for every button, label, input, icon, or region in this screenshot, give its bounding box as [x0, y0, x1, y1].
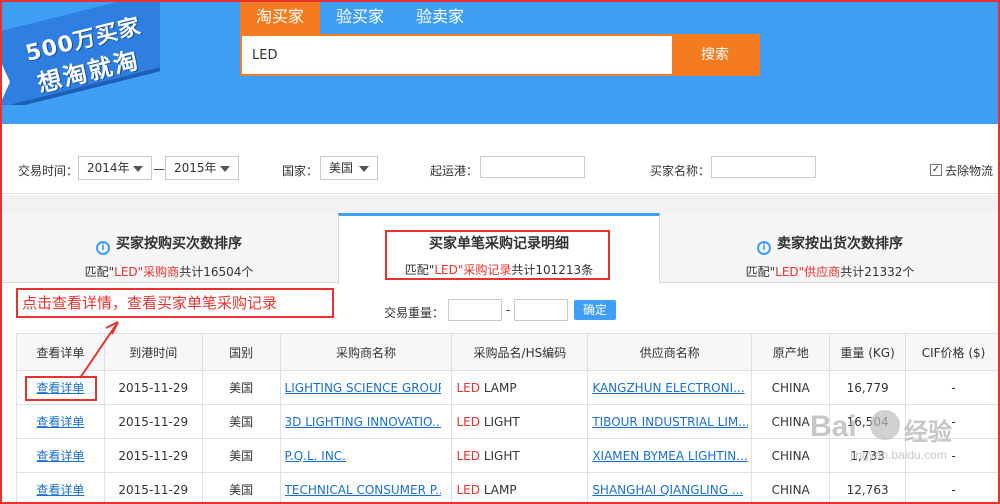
- info-icon: i: [96, 241, 110, 255]
- port-label: 起运港：: [430, 164, 479, 178]
- year-to-select[interactable]: 2015年: [165, 156, 239, 180]
- col-country: 国别: [201, 333, 281, 371]
- tab-subtitle: 匹配"LED"供应商共计21332个: [745, 265, 915, 279]
- view-detail-link[interactable]: 查看详单: [36, 483, 84, 497]
- arrival-date: 2015-11-29: [103, 404, 203, 439]
- weight-label: 交易重量：: [384, 306, 445, 320]
- buyer-link[interactable]: LIGHTING SCIENCE GROUP: [285, 381, 441, 395]
- supplier-link[interactable]: TIBOUR INDUSTRIAL LIM...: [592, 415, 748, 429]
- search-box: 搜索: [240, 34, 760, 76]
- info-icon: i: [757, 241, 771, 255]
- filter-bar: 交易时间： 2014年 — 2015年 国家： 美国 起运港： 买家名称： ✓ …: [0, 124, 1000, 194]
- search-button[interactable]: 搜索: [672, 36, 758, 74]
- arrival-date: 2015-11-29: [103, 472, 203, 504]
- buyer-link[interactable]: P.Q.L. INC.: [285, 449, 346, 463]
- port-input[interactable]: [480, 156, 585, 178]
- weight-max-input[interactable]: [514, 299, 568, 321]
- buyer-name-label: 买家名称：: [650, 164, 711, 178]
- weight-dash: -: [506, 303, 511, 317]
- paw-icon: [870, 410, 900, 440]
- table-row: 查看详单 2015-11-29 美国 LIGHTING SCIENCE GROU…: [16, 370, 1000, 405]
- annotation-callout: 点击查看详情，查看买家单笔采购记录: [16, 288, 334, 318]
- country-label: 国家：: [282, 164, 319, 178]
- origin: CHINA: [751, 370, 831, 405]
- watermark-brand: Bai: [810, 410, 857, 443]
- supplier-link[interactable]: KANGZHUN ELECTRONI...: [592, 381, 744, 395]
- table-header-row: 查看详单 到港时间 国别 采购商名称 采购品名/HS编码 供应商名称 原产地 重…: [16, 333, 1000, 371]
- header: 500万买家 想淘就淘 淘买家 验买家 验卖家 搜索: [0, 0, 1000, 124]
- product: LED LIGHT: [451, 404, 589, 439]
- supplier-link[interactable]: XIAMEN BYMEA LIGHTIN...: [592, 449, 747, 463]
- col-cif: CIF价格 ($): [905, 333, 1000, 371]
- col-arrival-date: 到港时间: [103, 333, 203, 371]
- year-range-dash: —: [153, 162, 165, 176]
- country: 美国: [201, 472, 281, 504]
- col-origin: 原产地: [751, 333, 831, 371]
- tab-title: 卖家按出货次数排序: [777, 236, 903, 252]
- country-select[interactable]: 美国: [320, 156, 378, 180]
- arrival-date: 2015-11-29: [103, 438, 203, 473]
- tab-title: 买家按购买次数排序: [116, 236, 242, 252]
- product: LED LAMP: [451, 370, 589, 405]
- col-supplier: 供应商名称: [587, 333, 753, 371]
- result-tabs: i 买家按购买次数排序 匹配"LED"采购商共计16504个 买家单笔采购记录明细…: [0, 213, 1000, 284]
- buyer-name-input[interactable]: [711, 156, 816, 178]
- supplier-link[interactable]: SHANGHAI QIANGLING ...: [592, 483, 743, 497]
- trade-time-label: 交易时间：: [18, 164, 79, 178]
- tab-verify-buyers[interactable]: 验买家: [320, 0, 400, 34]
- confirm-button[interactable]: 确定: [574, 300, 616, 320]
- view-detail-link[interactable]: 查看详单: [36, 381, 84, 395]
- country: 美国: [201, 404, 281, 439]
- product: LED LIGHT: [451, 438, 589, 473]
- chevron-down-icon: [133, 166, 143, 172]
- cif-price: -: [905, 370, 1000, 405]
- year-from-value: 2014年: [87, 161, 130, 175]
- view-detail-link[interactable]: 查看详单: [36, 415, 84, 429]
- watermark-url: jingyan.baidu.com: [850, 448, 947, 462]
- country: 美国: [201, 370, 281, 405]
- year-to-value: 2015年: [174, 161, 217, 175]
- tab-sellers-by-count[interactable]: i 卖家按出货次数排序 匹配"LED"供应商共计21332个: [660, 213, 1000, 283]
- product: LED LAMP: [451, 472, 589, 504]
- col-detail: 查看详单: [16, 333, 105, 371]
- arrival-date: 2015-11-29: [103, 370, 203, 405]
- search-tabs: 淘买家 验买家 验卖家: [240, 0, 480, 34]
- buyer-link[interactable]: 3D LIGHTING INNOVATIO...: [285, 415, 441, 429]
- tab-buyers-by-count[interactable]: i 买家按购买次数排序 匹配"LED"采购商共计16504个: [0, 213, 338, 283]
- country-value: 美国: [329, 161, 354, 175]
- tab-subtitle: 匹配"LED"采购商共计16504个: [84, 265, 254, 279]
- chevron-down-icon: [220, 166, 230, 172]
- logo: 500万买家 想淘就淘: [0, 0, 160, 105]
- search-input[interactable]: [242, 36, 672, 74]
- tab-verify-sellers[interactable]: 验卖家: [400, 0, 480, 34]
- divider-band: [0, 195, 1000, 213]
- baidu-jingyan-watermark: Bai 经验 jingyan.baidu.com: [770, 410, 1000, 504]
- chevron-down-icon: [359, 166, 369, 172]
- col-product: 采购品名/HS编码: [451, 333, 589, 371]
- view-detail-link[interactable]: 查看详单: [36, 449, 84, 463]
- tab-purchase-records[interactable]: 买家单笔采购记录明细 匹配"LED"采购记录共计101213条: [338, 213, 660, 284]
- remove-logistics-checkbox[interactable]: ✓: [930, 164, 942, 176]
- col-weight: 重量 (KG): [829, 333, 907, 371]
- remove-logistics-label: 去除物流: [945, 164, 994, 178]
- year-from-select[interactable]: 2014年: [78, 156, 152, 180]
- tab-title: 买家单笔采购记录明细: [429, 236, 569, 252]
- weight-min-input[interactable]: [448, 299, 502, 321]
- buyer-link[interactable]: TECHNICAL CONSUMER P...: [285, 483, 441, 497]
- tab-subtitle: 匹配"LED"采购记录共计101213条: [404, 263, 594, 277]
- weight: 16,779: [829, 370, 907, 405]
- watermark-jingyan: 经验: [904, 418, 952, 446]
- country: 美国: [201, 438, 281, 473]
- tab-find-buyers[interactable]: 淘买家: [240, 0, 321, 34]
- col-buyer: 采购商名称: [279, 333, 453, 371]
